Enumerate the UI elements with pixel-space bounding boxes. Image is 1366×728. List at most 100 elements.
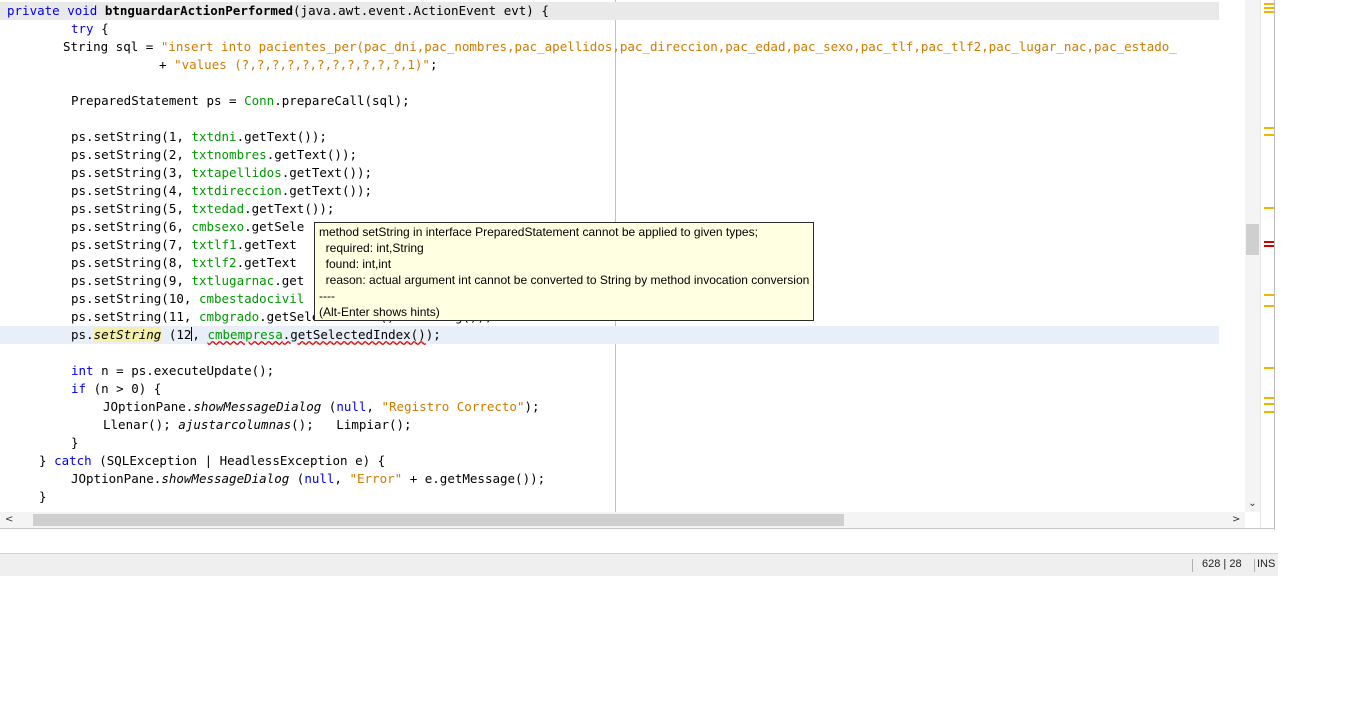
horizontal-scroll-thumb[interactable] bbox=[33, 514, 844, 526]
code-text: (java.awt.event.ActionEvent evt) { bbox=[293, 3, 549, 18]
vertical-scrollbar[interactable] bbox=[1245, 0, 1260, 512]
error-field-ref: cmbempresa bbox=[207, 327, 283, 342]
code-line[interactable]: ps.setString(2, txtnombres.getText()); bbox=[0, 146, 1219, 164]
code-text: PreparedStatement ps = bbox=[71, 93, 245, 108]
code-text: .getText()); bbox=[281, 183, 373, 198]
code-line[interactable]: Llenar(); ajustarcolumnas(); Limpiar(); bbox=[0, 416, 1219, 434]
code-text: (SQLException | HeadlessException e) { bbox=[91, 453, 386, 468]
static-method-call: showMessageDialog bbox=[161, 471, 290, 486]
vertical-scroll-thumb[interactable] bbox=[1246, 224, 1259, 255]
code-text: (); Limpiar(); bbox=[291, 417, 412, 432]
code-line[interactable]: try { bbox=[0, 20, 1219, 38]
keyword: void bbox=[67, 3, 98, 18]
code-line[interactable]: + "values (?,?,?,?,?,?,?,?,?,?,?,1)"; bbox=[0, 56, 1219, 74]
code-line[interactable]: } bbox=[0, 434, 1219, 452]
warning-mark[interactable] bbox=[1264, 367, 1274, 369]
warning-mark[interactable] bbox=[1264, 134, 1274, 136]
code-text: ps. bbox=[71, 327, 94, 342]
code-text: n = ps.executeUpdate(); bbox=[93, 363, 275, 378]
scroll-down-icon[interactable]: ⌄ bbox=[1245, 497, 1260, 511]
warning-mark[interactable] bbox=[1264, 294, 1274, 296]
keyword: int bbox=[71, 363, 94, 378]
keyword: if bbox=[71, 381, 87, 396]
caret-position[interactable]: 628 | 28 bbox=[1202, 558, 1242, 570]
warning-mark[interactable] bbox=[1264, 397, 1274, 399]
field-ref: txtlugarnac bbox=[191, 273, 275, 288]
error-stripe[interactable] bbox=[1260, 0, 1275, 528]
field-ref: cmbgrado bbox=[198, 309, 260, 324]
current-code-line[interactable]: ps.setString (12, cmbempresa.getSelected… bbox=[0, 326, 1219, 344]
code-text: + e.getMessage()); bbox=[402, 471, 546, 486]
code-line[interactable]: ps.setString(5, txtedad.getText()); bbox=[0, 200, 1219, 218]
code-text: } bbox=[39, 489, 47, 504]
code-line[interactable]: } bbox=[0, 488, 1219, 506]
code-line[interactable]: String sql = "insert into pacientes_per(… bbox=[0, 38, 1219, 56]
tooltip-reason: reason: actual argument int cannot be co… bbox=[319, 273, 810, 287]
keyword: null bbox=[304, 471, 335, 486]
warning-mark[interactable] bbox=[1264, 127, 1274, 129]
code-text: ps.setString(5, bbox=[71, 201, 192, 216]
code-text: (12 bbox=[161, 327, 192, 342]
error-mark[interactable] bbox=[1264, 245, 1274, 247]
error-mark[interactable] bbox=[1264, 241, 1274, 243]
code-text: , bbox=[334, 471, 350, 486]
warning-mark[interactable] bbox=[1264, 3, 1274, 5]
code-line[interactable]: JOptionPane.showMessageDialog (null, "Er… bbox=[0, 470, 1219, 488]
method-name: btnguardarActionPerformed bbox=[104, 3, 294, 18]
code-line[interactable]: ps.setString(3, txtapellidos.getText()); bbox=[0, 164, 1219, 182]
code-text: ps.setString(2, bbox=[71, 147, 192, 162]
code-text: ; bbox=[429, 57, 438, 72]
code-text: ps.setString(7, bbox=[71, 237, 192, 252]
code-text: ps.setString(3, bbox=[71, 165, 192, 180]
field-ref: txtedad bbox=[191, 201, 245, 216]
code-line[interactable]: if (n > 0) { bbox=[0, 380, 1219, 398]
code-line[interactable]: } catch (SQLException | HeadlessExceptio… bbox=[0, 452, 1219, 470]
field-ref: cmbestadocivil bbox=[198, 291, 305, 306]
warning-mark[interactable] bbox=[1264, 411, 1274, 413]
editor-border bbox=[1274, 0, 1275, 530]
code-line[interactable]: ps.setString(4, txtdireccion.getText()); bbox=[0, 182, 1219, 200]
code-line[interactable]: PreparedStatement ps = Conn.prepareCall(… bbox=[0, 92, 1219, 110]
warning-mark[interactable] bbox=[1264, 11, 1274, 13]
tooltip-hint: (Alt-Enter shows hints) bbox=[319, 305, 440, 319]
code-line[interactable]: ps.setString(1, txtdni.getText()); bbox=[0, 128, 1219, 146]
static-method-call: showMessageDialog bbox=[193, 399, 322, 414]
keyword: try bbox=[71, 21, 94, 36]
field-ref: txtlf2 bbox=[191, 255, 237, 270]
code-text: ps.setString(8, bbox=[71, 255, 192, 270]
panel-divider bbox=[0, 528, 1275, 529]
scroll-right-icon[interactable]: > bbox=[1232, 512, 1240, 528]
field-ref: txtapellidos bbox=[191, 165, 282, 180]
code-text: Llenar(); bbox=[103, 417, 179, 432]
code-line[interactable]: private void btnguardarActionPerformed(j… bbox=[0, 2, 1219, 20]
warning-mark[interactable] bbox=[1264, 305, 1274, 307]
code-text: .get bbox=[274, 273, 305, 288]
status-bar: 628 | 28 INS bbox=[0, 554, 1278, 576]
keyword: null bbox=[336, 399, 367, 414]
code-text: , bbox=[192, 327, 208, 342]
code-text: .getText bbox=[236, 255, 297, 270]
horizontal-scrollbar[interactable]: < > bbox=[0, 512, 1245, 528]
method-call: ajustarcolumnas bbox=[178, 417, 292, 432]
string-literal: "Registro Correcto" bbox=[381, 399, 525, 414]
scroll-left-icon[interactable]: < bbox=[5, 512, 13, 528]
insert-mode-indicator[interactable]: INS bbox=[1257, 558, 1275, 570]
code-text: ps.setString(10, bbox=[71, 291, 199, 306]
code-line[interactable]: JOptionPane.showMessageDialog (null, "Re… bbox=[0, 398, 1219, 416]
code-line[interactable]: int n = ps.executeUpdate(); bbox=[0, 362, 1219, 380]
tooltip-message: method setString in interface PreparedSt… bbox=[319, 225, 758, 239]
tooltip-found: found: int,int bbox=[319, 257, 392, 271]
code-text: String sql = bbox=[63, 39, 161, 54]
code-text: ps.setString(1, bbox=[71, 129, 192, 144]
tooltip-separator: ---- bbox=[319, 289, 335, 303]
tooltip-required: required: int,String bbox=[319, 241, 424, 255]
string-literal: "Error" bbox=[349, 471, 403, 486]
warning-mark[interactable] bbox=[1264, 207, 1274, 209]
warning-mark[interactable] bbox=[1264, 403, 1274, 405]
error-method-call: setString bbox=[93, 327, 162, 342]
code-text: .getText bbox=[236, 237, 297, 252]
status-separator bbox=[1254, 559, 1255, 572]
code-text: JOptionPane. bbox=[71, 471, 162, 486]
code-text: { bbox=[93, 21, 109, 36]
warning-mark[interactable] bbox=[1264, 7, 1274, 9]
